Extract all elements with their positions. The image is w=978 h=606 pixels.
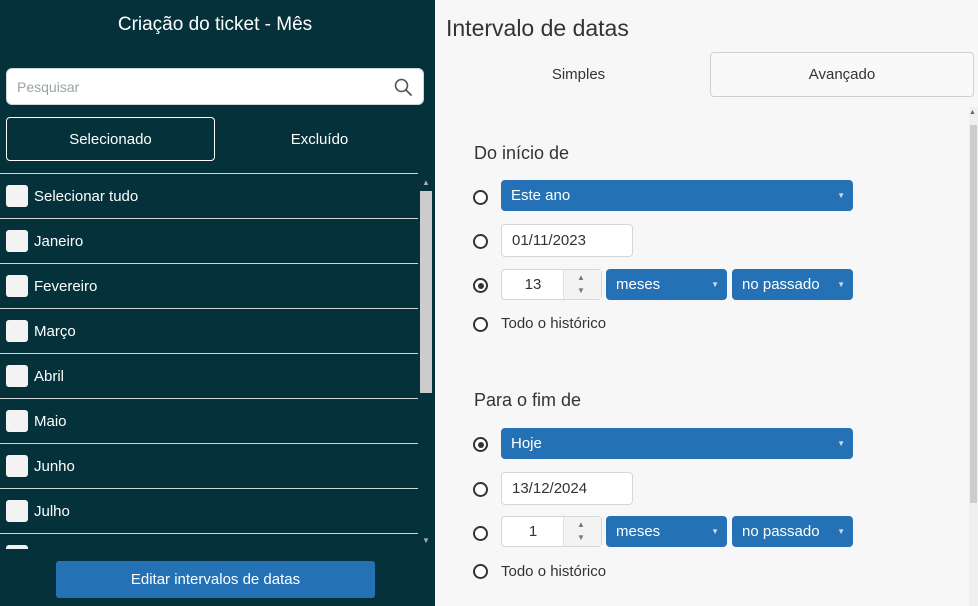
tab-selected[interactable]: Selecionado	[6, 117, 215, 161]
list-item-label: Março	[34, 322, 76, 340]
checkbox[interactable]	[6, 320, 28, 342]
edit-date-ranges-button[interactable]: Editar intervalos de datas	[56, 561, 375, 598]
start-radio-preset[interactable]	[473, 190, 488, 205]
list-item-label: Selecionar tudo	[34, 187, 139, 205]
start-date-input[interactable]: 01/11/2023	[501, 224, 633, 257]
panel-scrollbar[interactable]: ▲	[969, 107, 978, 606]
list-scrollbar[interactable]: ▲ ▼	[418, 173, 435, 549]
start-section-title: Do início de	[474, 143, 570, 163]
stepper-down-icon[interactable]: ▼	[577, 286, 585, 295]
list-item[interactable]: Fevereiro	[0, 264, 418, 309]
search-box[interactable]	[6, 68, 424, 105]
list-item[interactable]: Janeiro	[0, 219, 418, 264]
search-icon[interactable]	[393, 77, 413, 97]
tab-simple[interactable]: Simples	[447, 52, 710, 97]
checkbox[interactable]	[6, 365, 28, 387]
end-radio-all-history[interactable]	[473, 564, 488, 579]
checkbox[interactable]	[6, 455, 28, 477]
chevron-down-icon: ▼	[837, 439, 845, 448]
tab-excluded[interactable]: Excluído	[215, 117, 424, 161]
list-item-label: Maio	[34, 412, 67, 430]
list-item-select-all[interactable]: Selecionar tudo	[0, 174, 418, 219]
end-direction-select[interactable]: no passado ▼	[732, 516, 853, 547]
stepper-controls[interactable]: ▲ ▼	[563, 270, 601, 299]
end-date-input[interactable]: 13/12/2024	[501, 472, 633, 505]
list-item-label: Fevereiro	[34, 277, 98, 295]
end-count-value[interactable]: 1	[502, 517, 564, 546]
scroll-thumb[interactable]	[970, 125, 977, 503]
stepper-up-icon[interactable]: ▲	[577, 520, 585, 529]
search-input[interactable]	[17, 69, 387, 104]
start-radio-all-history[interactable]	[473, 317, 488, 332]
list-item[interactable]: Abril	[0, 354, 418, 399]
start-radio-date[interactable]	[473, 234, 488, 249]
tab-advanced[interactable]: Avançado	[710, 52, 974, 97]
list-item-label: Abril	[34, 367, 65, 385]
checkbox[interactable]	[6, 275, 28, 297]
list-item-label: Junho	[34, 457, 75, 475]
scroll-down-icon[interactable]: ▼	[422, 536, 430, 545]
stepper-up-icon[interactable]: ▲	[577, 273, 585, 282]
page-title: Intervalo de datas	[446, 15, 629, 41]
start-count-stepper[interactable]: 13 ▲ ▼	[501, 269, 602, 300]
list-item-label: Julho	[34, 502, 70, 520]
list-item[interactable]: Março	[0, 309, 418, 354]
checkbox[interactable]	[6, 185, 28, 207]
chevron-down-icon: ▼	[837, 527, 845, 536]
end-radio-relative[interactable]	[473, 526, 488, 541]
end-unit-select[interactable]: meses ▼	[606, 516, 727, 547]
start-preset-value: Este ano	[511, 187, 571, 204]
filter-panel: Criação do ticket - Mês Selecionado Excl…	[0, 0, 435, 606]
end-preset-value: Hoje	[511, 435, 542, 452]
list-item[interactable]: Julho	[0, 489, 418, 534]
chevron-down-icon: ▼	[837, 280, 845, 289]
stepper-down-icon[interactable]: ▼	[577, 533, 585, 542]
mode-tabs: Selecionado Excluído	[6, 117, 424, 161]
start-radio-relative[interactable]	[473, 278, 488, 293]
scroll-up-icon[interactable]: ▲	[969, 109, 976, 116]
start-direction-select[interactable]: no passado ▼	[732, 269, 853, 300]
date-range-panel: Intervalo de datas Simples Avançado Do i…	[435, 0, 978, 606]
end-unit-value: meses	[616, 523, 661, 540]
scroll-thumb[interactable]	[420, 191, 432, 393]
chevron-down-icon: ▼	[837, 191, 845, 200]
panel-title: Criação do ticket - Mês	[117, 14, 313, 35]
checkbox[interactable]	[6, 500, 28, 522]
end-section-title: Para o fim de	[474, 390, 582, 410]
start-count-value[interactable]: 13	[502, 270, 564, 299]
end-radio-preset[interactable]	[473, 437, 488, 452]
chevron-down-icon: ▼	[711, 527, 719, 536]
start-unit-value: meses	[616, 276, 661, 293]
checkbox[interactable]	[6, 545, 28, 549]
end-direction-value: no passado	[742, 523, 820, 540]
list-item[interactable]	[0, 534, 418, 549]
start-direction-value: no passado	[742, 276, 820, 293]
stepper-controls[interactable]: ▲ ▼	[563, 517, 601, 546]
start-all-history-label[interactable]: Todo o histórico	[501, 315, 606, 332]
end-count-stepper[interactable]: 1 ▲ ▼	[501, 516, 602, 547]
list-item[interactable]: Junho	[0, 444, 418, 489]
start-preset-select[interactable]: Este ano ▼	[501, 180, 853, 211]
checkbox[interactable]	[6, 410, 28, 432]
list-item[interactable]: Maio	[0, 399, 418, 444]
month-list: Selecionar tudo Janeiro Fevereiro Março …	[0, 173, 418, 549]
list-item-label: Janeiro	[34, 232, 84, 250]
end-all-history-label[interactable]: Todo o histórico	[501, 563, 606, 580]
end-radio-date[interactable]	[473, 482, 488, 497]
scroll-up-icon[interactable]: ▲	[422, 178, 430, 187]
end-preset-select[interactable]: Hoje ▼	[501, 428, 853, 459]
start-unit-select[interactable]: meses ▼	[606, 269, 727, 300]
checkbox[interactable]	[6, 230, 28, 252]
chevron-down-icon: ▼	[711, 280, 719, 289]
